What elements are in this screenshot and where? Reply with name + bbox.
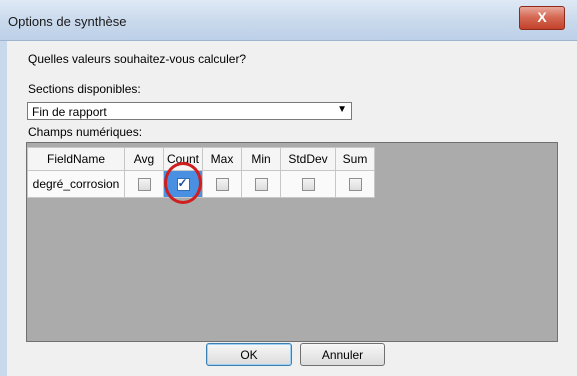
sections-label: Sections disponibles:: [28, 82, 141, 96]
avg-checkbox[interactable]: [137, 178, 151, 192]
title-bar: Options de synthèse X: [0, 0, 577, 41]
cancel-button[interactable]: Annuler: [300, 343, 385, 366]
window-title: Options de synthèse: [8, 14, 127, 29]
question-label: Quelles valeurs souhaitez-vous calculer?: [28, 52, 247, 66]
header-min: Min: [241, 147, 281, 171]
annotation-circle: [164, 162, 202, 204]
sum-checkbox[interactable]: [348, 178, 362, 192]
header-row: FieldName Avg Count Max Min StdDev Sum: [27, 147, 375, 171]
sections-dropdown[interactable]: Fin de rapport ▼: [27, 102, 352, 120]
close-button[interactable]: X: [519, 6, 565, 30]
ok-button[interactable]: OK: [206, 343, 292, 366]
min-checkbox[interactable]: [254, 178, 268, 192]
header-stddev: StdDev: [280, 147, 336, 171]
max-checkbox[interactable]: [215, 178, 229, 192]
header-avg: Avg: [124, 147, 164, 171]
fields-table: FieldName Avg Count Max Min StdDev Sum d…: [27, 147, 375, 198]
stddev-checkbox[interactable]: [301, 178, 315, 192]
fields-grid: FieldName Avg Count Max Min StdDev Sum d…: [26, 142, 558, 342]
field-name-cell: degré_corrosion: [27, 170, 125, 198]
chevron-down-icon[interactable]: ▼: [337, 104, 347, 115]
champs-label: Champs numériques:: [28, 125, 143, 139]
header-max: Max: [202, 147, 242, 171]
header-sum: Sum: [335, 147, 375, 171]
header-fieldname: FieldName: [27, 147, 125, 171]
sections-selected-value: Fin de rapport: [32, 105, 107, 119]
